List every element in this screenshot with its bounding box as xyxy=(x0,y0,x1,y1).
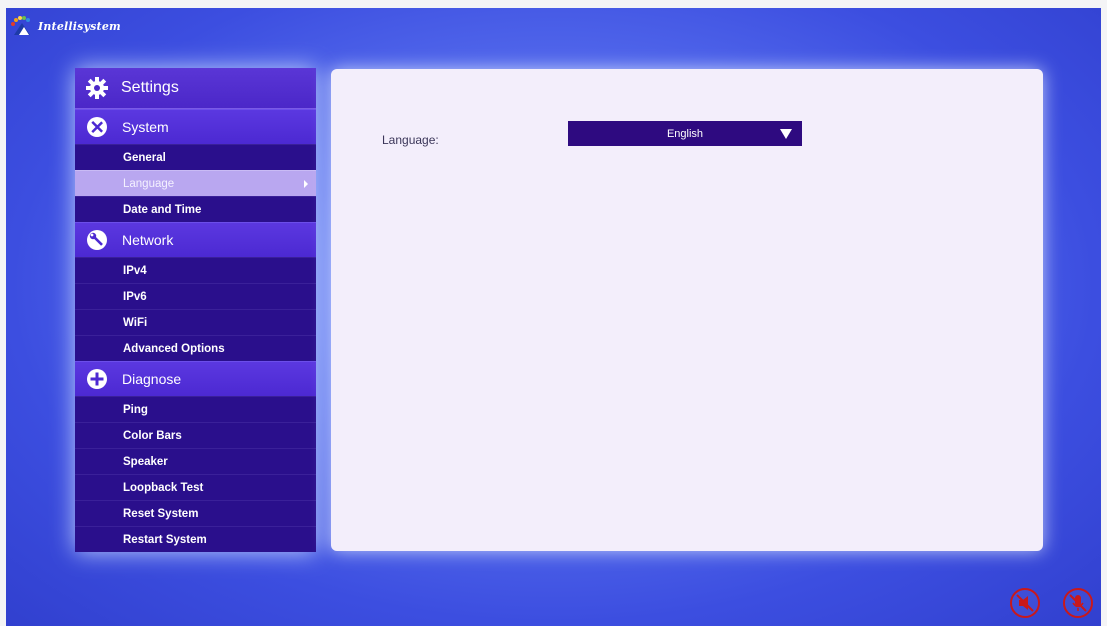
sidebar-item-speaker[interactable]: Speaker xyxy=(75,448,316,474)
sidebar-item-label: Advanced Options xyxy=(123,342,225,355)
sidebar-item-advanced-options[interactable]: Advanced Options xyxy=(75,335,316,361)
brand-logo: Intellisystem xyxy=(10,14,121,38)
sidebar-item-ipv6[interactable]: IPv6 xyxy=(75,283,316,309)
settings-sidebar: Settings System General Language Date an… xyxy=(75,68,316,552)
speaker-muted-glyph xyxy=(1016,594,1034,612)
screen: Intellisystem Settings System General La… xyxy=(6,8,1101,626)
group-label-network: Network xyxy=(122,232,174,248)
speaker-muted-icon[interactable] xyxy=(1010,588,1040,618)
sidebar-group-network[interactable]: Network xyxy=(75,222,316,257)
sidebar-item-label: IPv4 xyxy=(123,264,147,277)
sidebar-item-restart-system[interactable]: Restart System xyxy=(75,526,316,552)
sidebar-item-general[interactable]: General xyxy=(75,144,316,170)
sidebar-item-label: Speaker xyxy=(123,455,168,468)
tools-icon xyxy=(87,117,107,137)
sidebar-item-ipv4[interactable]: IPv4 xyxy=(75,257,316,283)
sidebar-item-label: WiFi xyxy=(123,316,148,329)
logo-text: Intellisystem xyxy=(38,19,121,33)
sidebar-item-label: IPv6 xyxy=(123,290,147,303)
wrench-icon xyxy=(87,230,107,250)
sidebar-item-wifi[interactable]: WiFi xyxy=(75,309,316,335)
sidebar-item-label: Loopback Test xyxy=(123,481,204,494)
language-label: Language: xyxy=(382,133,439,147)
gear-icon xyxy=(86,77,108,99)
language-select-value: English xyxy=(666,127,704,140)
sidebar-item-label: Date and Time xyxy=(123,203,202,216)
microphone-muted-icon[interactable] xyxy=(1063,588,1093,618)
sidebar-item-label: Color Bars xyxy=(123,429,182,442)
sidebar-item-label: Restart System xyxy=(123,533,207,546)
settings-content-panel: Language: English xyxy=(331,69,1043,551)
sidebar-item-label: Reset System xyxy=(123,507,199,520)
sidebar-item-label: Ping xyxy=(123,403,148,416)
sidebar-item-color-bars[interactable]: Color Bars xyxy=(75,422,316,448)
chevron-right-icon xyxy=(304,180,308,188)
dropdown-triangle-icon xyxy=(780,129,792,139)
logo-icon xyxy=(11,16,30,35)
sidebar-group-system[interactable]: System xyxy=(75,109,316,144)
sidebar-header: Settings xyxy=(75,68,316,109)
plus-icon xyxy=(87,369,107,389)
sidebar-item-label: Language xyxy=(123,177,175,190)
sidebar-group-diagnose[interactable]: Diagnose xyxy=(75,361,316,396)
sidebar-item-label: General xyxy=(123,151,166,164)
sidebar-item-language[interactable]: Language xyxy=(75,170,316,196)
group-label-system: System xyxy=(122,119,169,135)
sidebar-item-date-and-time[interactable]: Date and Time xyxy=(75,196,316,222)
language-select[interactable]: English xyxy=(568,121,802,146)
microphone-muted-glyph xyxy=(1069,594,1087,612)
sidebar-item-reset-system[interactable]: Reset System xyxy=(75,500,316,526)
group-label-diagnose: Diagnose xyxy=(122,371,182,387)
sidebar-title: Settings xyxy=(121,79,179,96)
sidebar-item-loopback-test[interactable]: Loopback Test xyxy=(75,474,316,500)
sidebar-item-ping[interactable]: Ping xyxy=(75,396,316,422)
